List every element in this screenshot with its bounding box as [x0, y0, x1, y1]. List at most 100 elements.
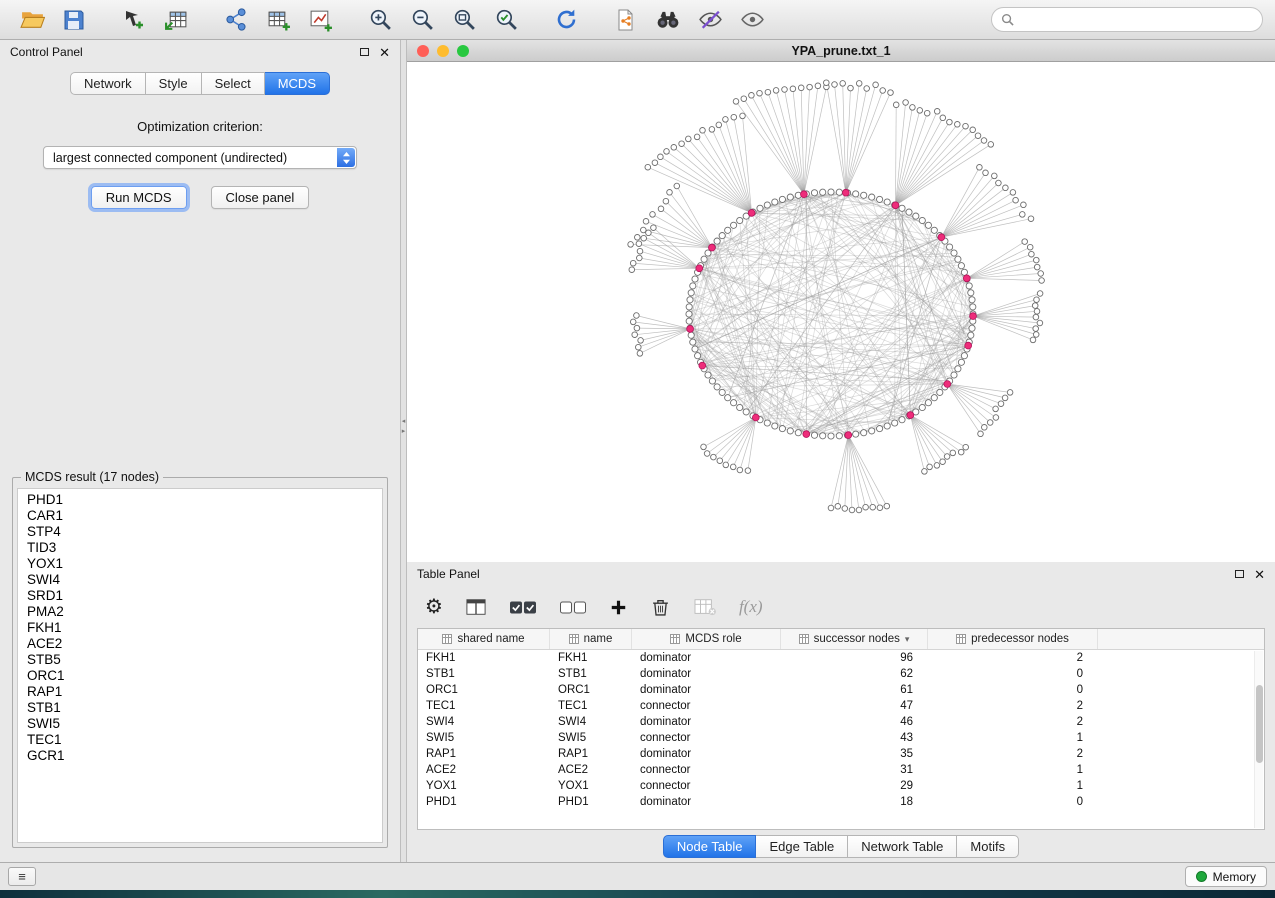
cell-mcds-role[interactable]: dominator — [632, 716, 781, 728]
scrollbar-thumb[interactable] — [1256, 685, 1263, 763]
close-control-panel-button[interactable]: ✕ — [379, 46, 390, 59]
cell-mcds-role[interactable]: dominator — [632, 668, 781, 680]
cell-shared-name[interactable]: YOX1 — [418, 780, 550, 792]
column-header-successor-nodes[interactable]: successor nodes▾ — [781, 629, 928, 649]
cell-successor-nodes[interactable]: 96 — [781, 652, 928, 664]
import-network-file-button[interactable] — [114, 3, 154, 37]
cell-successor-nodes[interactable]: 62 — [781, 668, 928, 680]
network-graph[interactable] — [407, 62, 1275, 562]
zoom-fit-button[interactable] — [444, 3, 484, 37]
cell-name[interactable]: RAP1 — [550, 748, 632, 760]
cell-mcds-role[interactable]: connector — [632, 700, 781, 712]
cell-shared-name[interactable]: FKH1 — [418, 652, 550, 664]
search-input[interactable] — [1019, 13, 1253, 27]
table-row[interactable]: STB1STB1dominator620 — [418, 666, 1264, 682]
table-tab-network-table[interactable]: Network Table — [848, 835, 957, 858]
cell-mcds-role[interactable]: dominator — [632, 684, 781, 696]
cell-mcds-role[interactable]: connector — [632, 732, 781, 744]
table-row[interactable]: ORC1ORC1dominator610 — [418, 682, 1264, 698]
cell-successor-nodes[interactable]: 31 — [781, 764, 928, 776]
cell-name[interactable]: ORC1 — [550, 684, 632, 696]
network-canvas[interactable] — [407, 62, 1275, 562]
mcds-result-item[interactable]: SRD1 — [18, 588, 382, 604]
column-layout-button[interactable] — [465, 597, 487, 617]
save-session-button[interactable] — [54, 3, 94, 37]
cell-predecessor-nodes[interactable]: 2 — [928, 652, 1098, 664]
tab-select[interactable]: Select — [202, 72, 265, 95]
mcds-result-item[interactable]: ACE2 — [18, 636, 382, 652]
mcds-result-item[interactable]: YOX1 — [18, 556, 382, 572]
close-panel-button[interactable]: Close panel — [211, 186, 310, 209]
cell-name[interactable]: PHD1 — [550, 796, 632, 808]
float-table-panel-button[interactable] — [1235, 570, 1244, 578]
column-header-name[interactable]: name — [550, 629, 632, 649]
splitter-collapse-icons[interactable]: ◂▸ — [401, 418, 406, 435]
show-hide-graphics-button[interactable] — [732, 3, 772, 37]
table-row[interactable]: FKH1FKH1dominator962 — [418, 650, 1264, 666]
table-row[interactable]: SWI4SWI4dominator462 — [418, 714, 1264, 730]
cell-shared-name[interactable]: SWI5 — [418, 732, 550, 744]
menu-button[interactable]: ≡ — [8, 867, 36, 886]
cell-name[interactable]: STB1 — [550, 668, 632, 680]
mcds-result-item[interactable]: CAR1 — [18, 508, 382, 524]
cell-successor-nodes[interactable]: 43 — [781, 732, 928, 744]
mcds-result-item[interactable]: STP4 — [18, 524, 382, 540]
zoom-out-button[interactable] — [402, 3, 442, 37]
cell-name[interactable]: FKH1 — [550, 652, 632, 664]
search-box[interactable] — [991, 7, 1263, 32]
apply-layout-button[interactable] — [546, 3, 586, 37]
mcds-result-item[interactable]: ORC1 — [18, 668, 382, 684]
cell-shared-name[interactable]: TEC1 — [418, 700, 550, 712]
cell-predecessor-nodes[interactable]: 1 — [928, 764, 1098, 776]
export-network-button[interactable] — [606, 3, 646, 37]
cell-name[interactable]: SWI4 — [550, 716, 632, 728]
run-mcds-button[interactable]: Run MCDS — [91, 186, 187, 209]
mcds-result-item[interactable]: PMA2 — [18, 604, 382, 620]
select-all-rows-button[interactable] — [509, 599, 537, 616]
mcds-result-item[interactable]: RAP1 — [18, 684, 382, 700]
mcds-result-item[interactable]: TEC1 — [18, 732, 382, 748]
mcds-result-item[interactable]: TID3 — [18, 540, 382, 556]
mcds-result-item[interactable]: STB5 — [18, 652, 382, 668]
cell-shared-name[interactable]: ORC1 — [418, 684, 550, 696]
table-tab-edge-table[interactable]: Edge Table — [756, 835, 848, 858]
cell-successor-nodes[interactable]: 18 — [781, 796, 928, 808]
table-row[interactable]: RAP1RAP1dominator352 — [418, 746, 1264, 762]
table-tab-node-table[interactable]: Node Table — [663, 835, 757, 858]
mcds-result-item[interactable]: STB1 — [18, 700, 382, 716]
cell-name[interactable]: YOX1 — [550, 780, 632, 792]
table-settings-button[interactable]: ⚙ — [425, 597, 443, 617]
cell-shared-name[interactable]: SWI4 — [418, 716, 550, 728]
import-table-file-button[interactable] — [156, 3, 196, 37]
column-header-MCDS-role[interactable]: MCDS role — [632, 629, 781, 649]
float-control-panel-button[interactable] — [360, 48, 369, 56]
cell-successor-nodes[interactable]: 29 — [781, 780, 928, 792]
table-row[interactable]: YOX1YOX1connector291 — [418, 778, 1264, 794]
cell-predecessor-nodes[interactable]: 0 — [928, 796, 1098, 808]
mcds-result-list[interactable]: PHD1CAR1STP4TID3YOX1SWI4SRD1PMA2FKH1ACE2… — [17, 488, 383, 843]
open-session-button[interactable] — [12, 3, 52, 37]
close-table-panel-button[interactable]: ✕ — [1254, 568, 1265, 581]
cell-mcds-role[interactable]: dominator — [632, 652, 781, 664]
tab-style[interactable]: Style — [146, 72, 202, 95]
export-image-button[interactable] — [300, 3, 340, 37]
cell-predecessor-nodes[interactable]: 1 — [928, 780, 1098, 792]
optimization-criterion-select[interactable]: largest connected component (undirected) — [43, 146, 357, 169]
cell-name[interactable]: TEC1 — [550, 700, 632, 712]
toggle-graphics-details-button[interactable] — [690, 3, 730, 37]
table-row[interactable]: ACE2ACE2connector311 — [418, 762, 1264, 778]
add-column-button[interactable] — [609, 598, 628, 617]
cell-predecessor-nodes[interactable]: 2 — [928, 748, 1098, 760]
mcds-result-item[interactable]: SWI4 — [18, 572, 382, 588]
cell-mcds-role[interactable]: dominator — [632, 796, 781, 808]
cell-successor-nodes[interactable]: 35 — [781, 748, 928, 760]
panel-splitter[interactable]: ◂▸ — [400, 40, 407, 862]
tab-network[interactable]: Network — [70, 72, 146, 95]
cell-successor-nodes[interactable]: 46 — [781, 716, 928, 728]
table-scrollbar[interactable] — [1254, 651, 1263, 828]
delete-column-button[interactable] — [650, 597, 671, 618]
zoom-in-button[interactable] — [360, 3, 400, 37]
cell-predecessor-nodes[interactable]: 0 — [928, 684, 1098, 696]
cell-predecessor-nodes[interactable]: 1 — [928, 732, 1098, 744]
cell-shared-name[interactable]: RAP1 — [418, 748, 550, 760]
